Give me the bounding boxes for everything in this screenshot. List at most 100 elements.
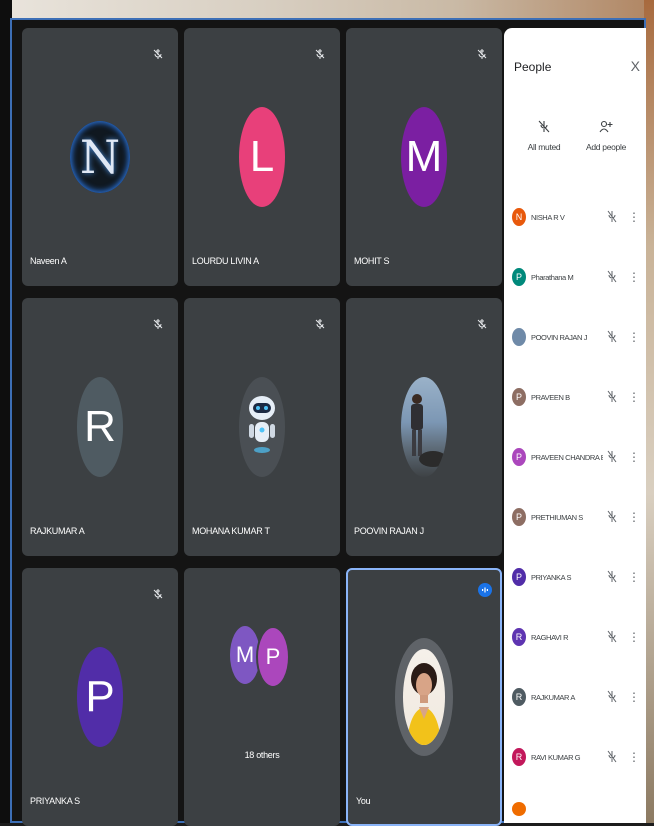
mic-off-icon (607, 390, 617, 403)
person-name: PRETHIUMAN S (531, 513, 583, 522)
avatar-photo (512, 328, 526, 346)
panel-title: People (514, 60, 552, 74)
mic-off-icon (477, 319, 487, 329)
avatar-self-ring (395, 638, 453, 756)
avatar-initial: N (515, 212, 523, 222)
avatar-initial: P (85, 672, 115, 721)
avatar-initial: R (515, 752, 523, 762)
more-options-icon[interactable]: ⋮ (628, 508, 640, 526)
person-name: PRIYANKA S (531, 573, 572, 582)
avatar: N (512, 208, 526, 226)
close-panel-button[interactable]: X (631, 58, 640, 74)
participant-tile[interactable]: R RAJKUMAR A (22, 298, 178, 556)
list-item[interactable]: P PRAVEEN B ⋮ (504, 376, 646, 418)
participant-name: You (356, 796, 371, 806)
mic-off-icon (477, 49, 487, 59)
mic-off-icon (153, 49, 163, 59)
avatar: R (512, 628, 526, 646)
mic-off-icon (315, 319, 325, 329)
person-name: RAGHAVI R (531, 633, 569, 642)
avatar: N (70, 121, 130, 193)
list-item[interactable]: N NISHA R V ⋮ (504, 196, 646, 238)
avatar: M (401, 107, 447, 207)
avatar-initial: M (405, 132, 443, 181)
more-options-icon[interactable]: ⋮ (628, 268, 640, 286)
mic-off-icon (607, 330, 617, 343)
others-tile[interactable]: M P 18 others (184, 568, 340, 826)
mic-off-icon (607, 270, 617, 283)
mic-off-icon (153, 319, 163, 329)
participant-tile[interactable]: POOVIN RAJAN J (346, 298, 502, 556)
more-options-icon[interactable]: ⋮ (628, 388, 640, 406)
participant-tile[interactable]: P PRIYANKA S (22, 568, 178, 826)
more-options-icon[interactable]: ⋮ (628, 328, 640, 346)
participant-name: Naveen A (30, 256, 67, 266)
avatar-initial: R (515, 692, 523, 702)
add-people-button[interactable]: Add people (576, 120, 636, 152)
participant-name: LOURDU LIVIN A (192, 256, 259, 266)
self-tile[interactable]: You (346, 568, 502, 826)
mic-off-icon (607, 450, 617, 463)
mute-all-button[interactable]: All muted (514, 120, 574, 152)
all-muted-label: All muted (527, 142, 561, 152)
avatar-initial: L (249, 132, 275, 181)
participant-name: MOHANA KUMAR T (192, 526, 270, 536)
robot-icon (249, 396, 275, 453)
people-list: N NISHA R V ⋮ P Pharathana M ⋮ POOVIN RA… (504, 196, 646, 816)
mic-off-icon (607, 570, 617, 583)
speaking-indicator-icon (478, 583, 492, 597)
person-name: PRAVEEN CHANDRA BOS... (531, 453, 603, 462)
avatar-initial: P (515, 392, 522, 402)
avatar-initial: P (515, 512, 522, 522)
more-options-icon[interactable]: ⋮ (628, 628, 640, 646)
list-item[interactable]: R RAGHAVI R ⋮ (504, 616, 646, 658)
mic-off-icon (607, 690, 617, 703)
person-photo-icon (411, 394, 447, 467)
people-panel: People X All muted Add people N NISHA R … (504, 28, 646, 823)
background-top (0, 0, 654, 20)
participant-tile[interactable]: MOHANA KUMAR T (184, 298, 340, 556)
participant-name: MOHIT S (354, 256, 390, 266)
mic-off-icon (607, 510, 617, 523)
person-photo-icon (407, 663, 441, 745)
mic-off-icon (607, 210, 617, 223)
participant-name: PRIYANKA S (30, 796, 80, 806)
add-people-label: Add people (585, 142, 626, 152)
avatar-initial: P (515, 272, 522, 282)
avatar-robot-image (239, 377, 285, 477)
avatar-photo (401, 377, 447, 477)
participant-tile[interactable]: M MOHIT S (346, 28, 502, 286)
avatar-initial: P (265, 644, 281, 669)
list-item[interactable]: POOVIN RAJAN J ⋮ (504, 316, 646, 358)
avatar-initial: M (235, 642, 255, 667)
mic-off-icon (607, 630, 617, 643)
person-name: POOVIN RAJAN J (531, 333, 588, 342)
person-name: RAJKUMAR A (531, 693, 575, 702)
avatar-initial: R (84, 402, 116, 451)
avatar: P (512, 508, 526, 526)
list-item[interactable]: R RAVI KUMAR G ⋮ (504, 736, 646, 778)
list-item[interactable]: R RAJKUMAR A ⋮ (504, 676, 646, 718)
avatar-initial: P (515, 572, 522, 582)
participant-tile[interactable]: N Naveen A (22, 28, 178, 286)
mic-off-icon (538, 120, 550, 133)
avatar: P (77, 647, 123, 747)
participant-tile[interactable]: L LOURDU LIVIN A (184, 28, 340, 286)
more-options-icon[interactable]: ⋮ (628, 208, 640, 226)
person-name: Pharathana M (531, 273, 574, 282)
partially-visible-avatar (512, 802, 526, 816)
mic-off-icon (607, 750, 617, 763)
avatar-photo (403, 649, 445, 745)
list-item[interactable]: P PRIYANKA S ⋮ (504, 556, 646, 598)
more-options-icon[interactable]: ⋮ (628, 748, 640, 766)
list-item[interactable]: P Pharathana M ⋮ (504, 256, 646, 298)
list-item[interactable]: P PRAVEEN CHANDRA BOS... ⋮ (504, 436, 646, 478)
add-person-icon (599, 120, 613, 133)
more-options-icon[interactable]: ⋮ (628, 448, 640, 466)
person-name: PRAVEEN B (531, 393, 570, 402)
avatar: R (77, 377, 123, 477)
list-item[interactable]: P PRETHIUMAN S ⋮ (504, 496, 646, 538)
more-options-icon[interactable]: ⋮ (628, 688, 640, 706)
more-options-icon[interactable]: ⋮ (628, 568, 640, 586)
person-name: RAVI KUMAR G (531, 753, 581, 762)
